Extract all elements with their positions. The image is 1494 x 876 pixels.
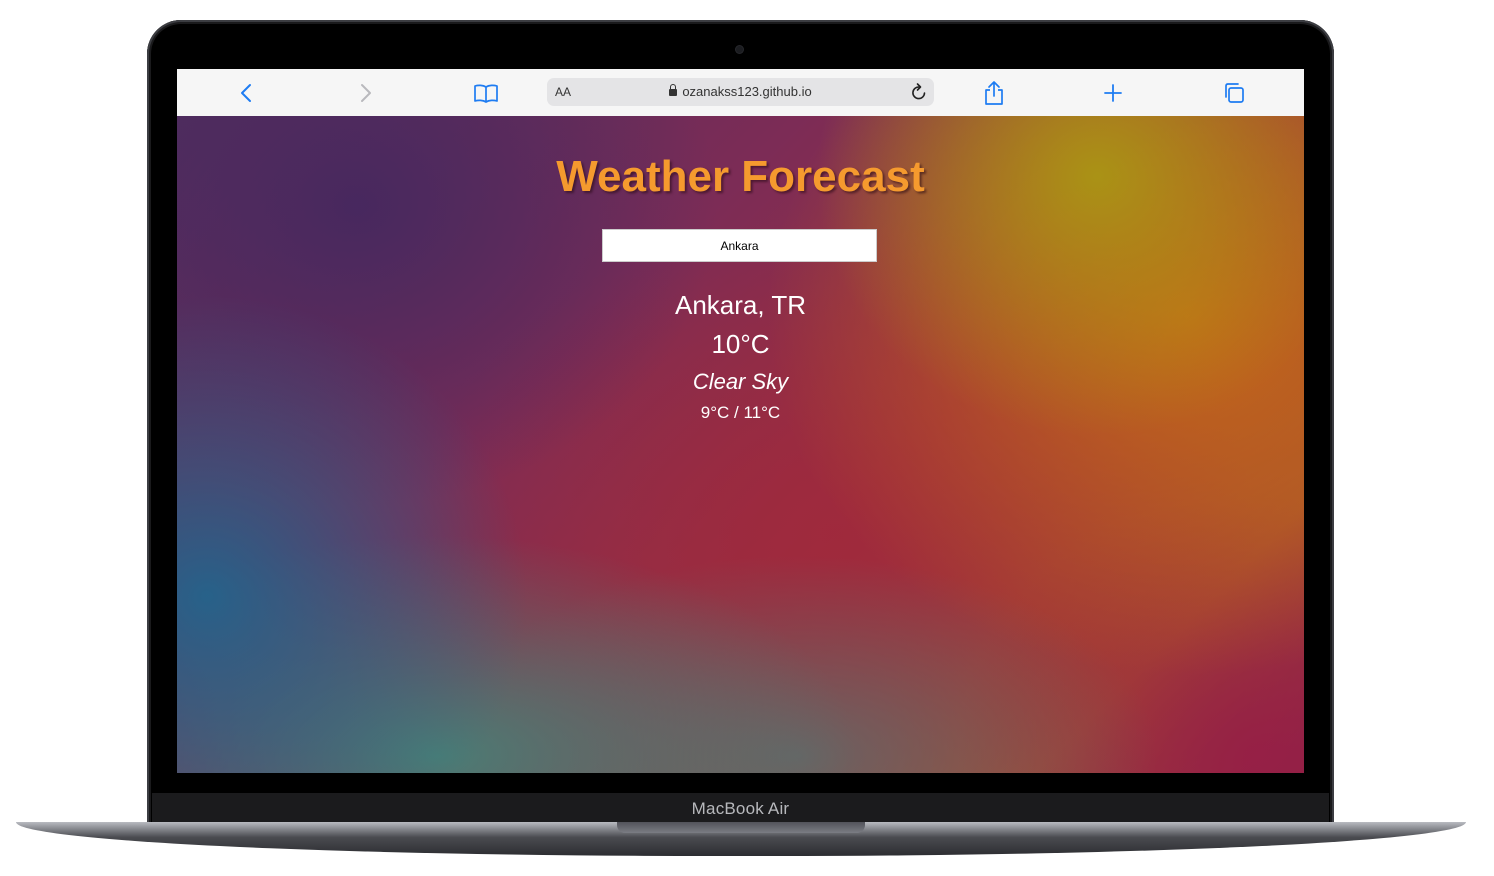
back-icon[interactable] [232,79,260,107]
location-name: Ankara, TR [674,290,806,320]
camera-icon [736,46,743,53]
forward-icon[interactable] [352,79,380,107]
min-max-temperature: 9°C / 11°C [700,403,781,422]
share-icon[interactable] [980,79,1008,107]
tabs-icon[interactable] [1220,79,1248,107]
browser-screen: AA ozanakss123.github.io Weather Forecas… [177,69,1304,773]
bookmarks-icon[interactable] [472,79,500,107]
current-temperature: 10°C [711,329,770,359]
url-text: ozanakss123.github.io [682,84,812,99]
address-bar[interactable]: AA ozanakss123.github.io [547,78,934,106]
reload-icon[interactable] [910,82,928,107]
device-label: MacBook Air [691,799,790,818]
weather-app: Weather Forecast Ankara, TR 10°C Clear S… [177,116,1304,773]
lock-icon [669,84,678,96]
page-title: Weather Forecast [556,152,925,201]
city-search-input[interactable] [602,229,877,262]
new-tab-icon[interactable] [1099,79,1127,107]
laptop-mockup: AA ozanakss123.github.io Weather Forecas… [0,0,1494,876]
lid-opening-notch [617,822,865,833]
url-display: ozanakss123.github.io [547,84,934,99]
weather-description: Clear Sky [692,369,789,394]
browser-toolbar: AA ozanakss123.github.io [177,69,1304,117]
